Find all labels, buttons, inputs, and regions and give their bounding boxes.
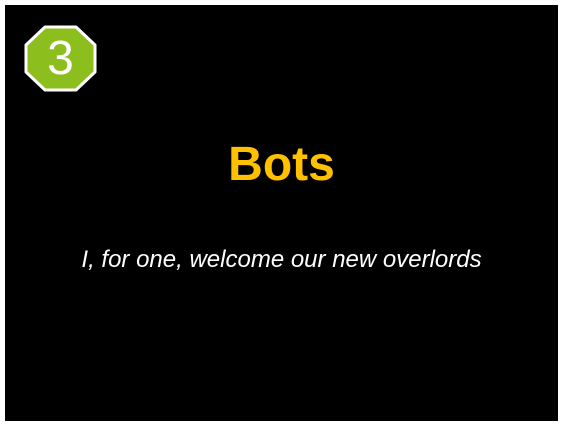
slide-number-badge: 3 (24, 25, 97, 92)
slide-subtitle: I, for one, welcome our new overlords (81, 246, 482, 273)
slide-number: 3 (47, 32, 74, 85)
slide-title: Bots (228, 138, 335, 191)
slide: 3 Bots I, for one, welcome our new overl… (5, 5, 558, 421)
